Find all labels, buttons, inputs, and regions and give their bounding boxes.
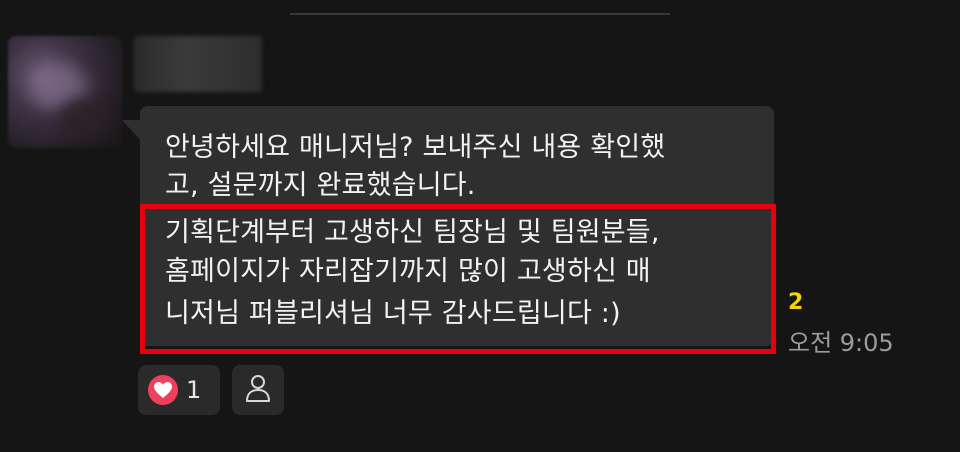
message-line: 기획단계부터 고생하신 팀장님 및 팀원분들,: [165, 217, 660, 248]
sender-name-blurred: [134, 36, 262, 92]
chat-window: 안녕하세요 매니저님? 보내주신 내용 확인했 고, 설문까지 완료했습니다. …: [0, 0, 960, 452]
message-line: 홈페이지가 자리잡기까지 많이 고생하신 매: [165, 256, 651, 287]
reacted-users-button[interactable]: [232, 365, 284, 415]
message-line: 안녕하세요 매니저님? 보내주신 내용 확인했: [165, 132, 666, 163]
avatar[interactable]: [8, 36, 122, 148]
divider: [290, 13, 670, 15]
message-line: 니저님 퍼블리셔님 너무 감사드립니다 :): [165, 298, 621, 329]
reaction-button[interactable]: 1: [138, 365, 220, 415]
person-icon: [244, 373, 272, 407]
avatar-blur: [58, 98, 110, 138]
reaction-count: 1: [186, 376, 202, 404]
heart-icon: [148, 375, 178, 405]
message-timestamp: 오전 9:05: [788, 329, 894, 357]
bubble-tail: [122, 120, 142, 142]
unread-count: 2: [788, 290, 804, 315]
message-line: 고, 설문까지 완료했습니다.: [165, 170, 476, 201]
